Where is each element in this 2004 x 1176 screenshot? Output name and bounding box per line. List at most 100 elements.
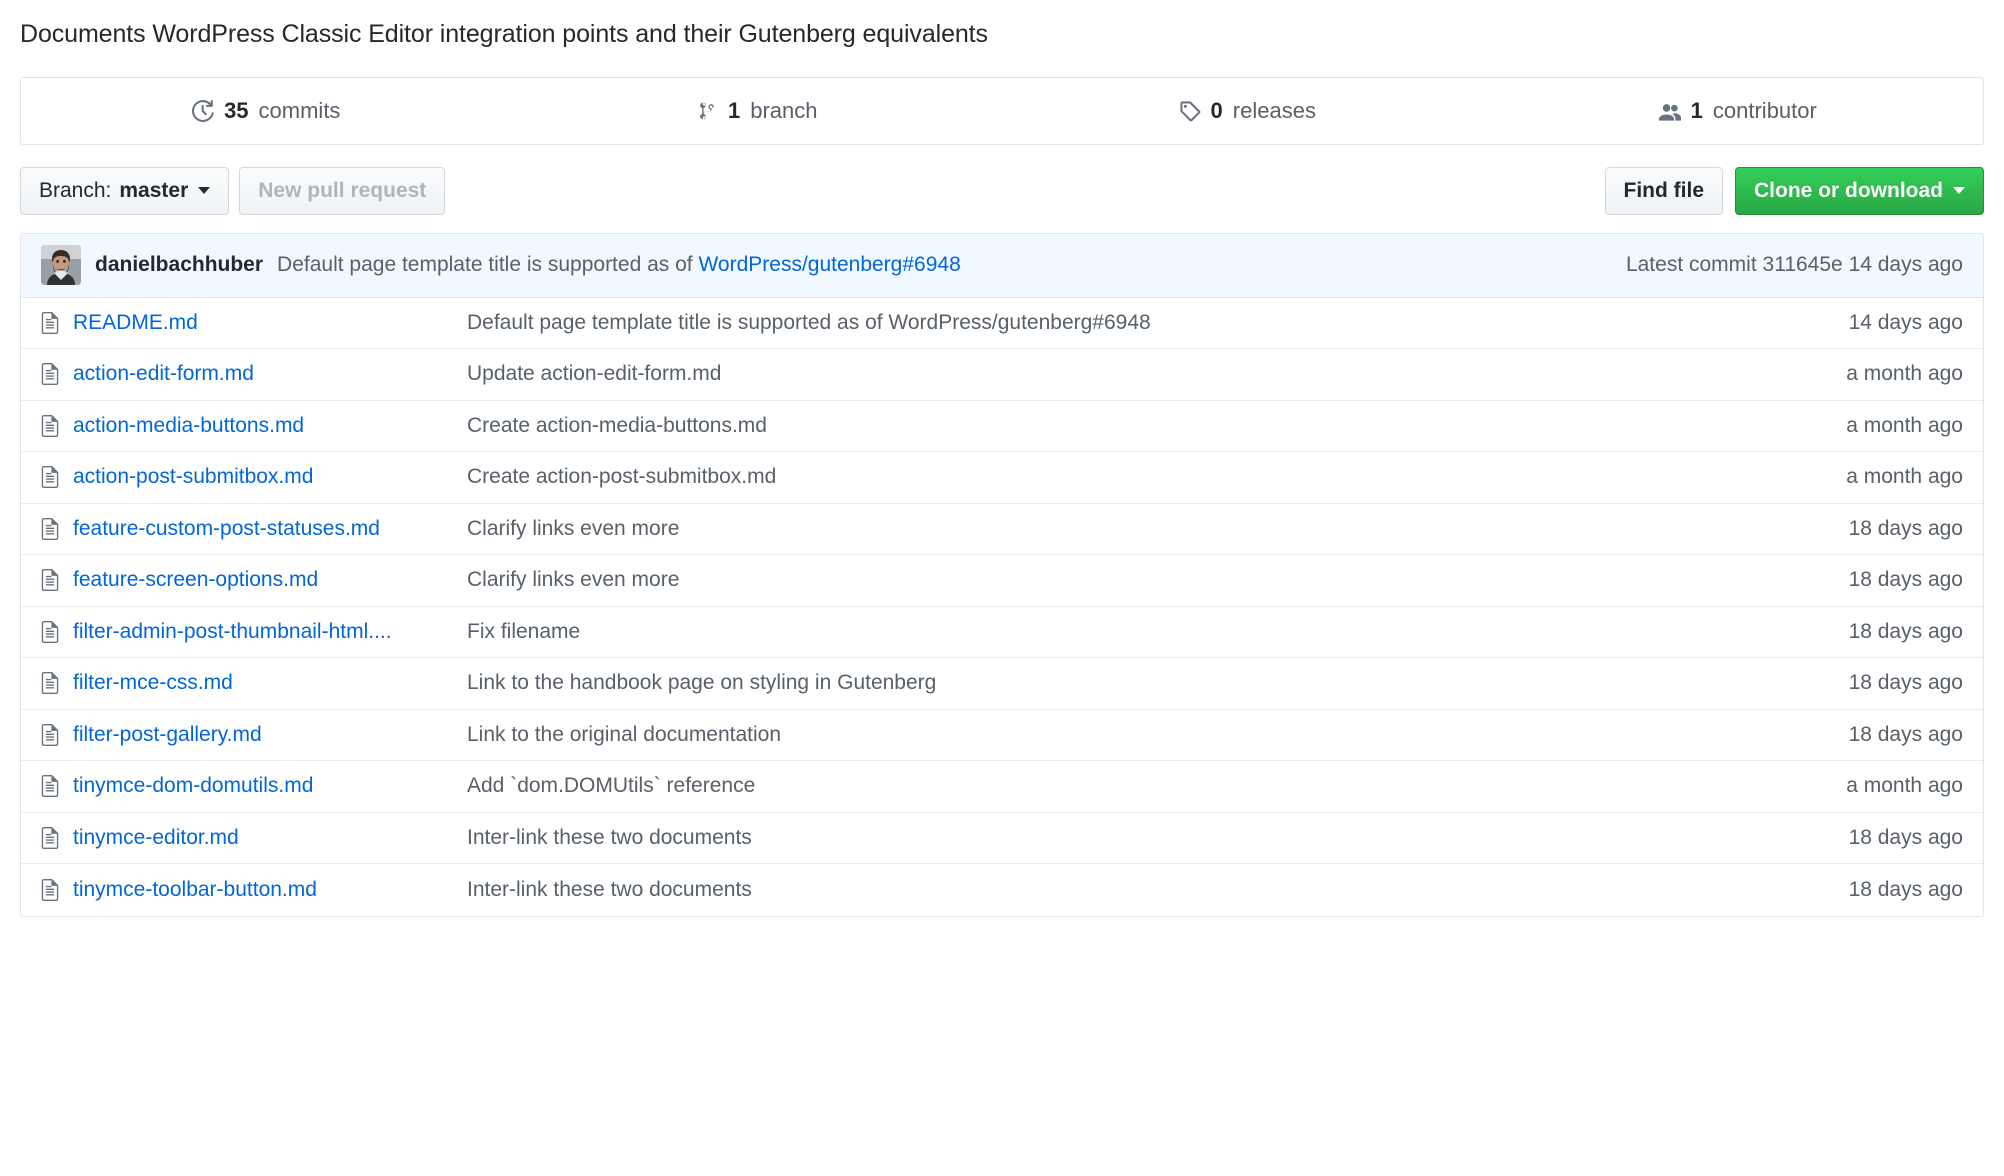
toolbar-right-group: Find file Clone or download <box>1604 166 1984 215</box>
file-name-cell: filter-post-gallery.md <box>41 723 467 747</box>
git-branch-icon <box>696 100 718 122</box>
file-icon <box>41 672 59 695</box>
file-commit-message[interactable]: Fix filename <box>467 620 1849 644</box>
file-commit-message[interactable]: Create action-media-buttons.md <box>467 414 1846 438</box>
file-name-link[interactable]: filter-mce-css.md <box>73 671 233 695</box>
file-name-cell: feature-screen-options.md <box>41 568 467 592</box>
file-updated-age: a month ago <box>1846 465 1963 489</box>
history-icon <box>192 99 214 122</box>
stat-commits[interactable]: 35 commits <box>21 78 512 144</box>
chevron-down-icon <box>1953 187 1965 194</box>
file-name-cell: action-media-buttons.md <box>41 414 467 438</box>
table-row[interactable]: action-media-buttons.md Create action-me… <box>21 401 1983 452</box>
latest-commit-label: Latest commit <box>1625 253 1757 276</box>
table-row[interactable]: filter-admin-post-thumbnail-html.... Fix… <box>21 607 1983 658</box>
file-name-link[interactable]: tinymce-toolbar-button.md <box>73 878 317 902</box>
file-commit-message[interactable]: Create action-post-submitbox.md <box>467 465 1846 489</box>
table-row[interactable]: tinymce-toolbar-button.md Inter-link the… <box>21 864 1983 916</box>
file-commit-message[interactable]: Inter-link these two documents <box>467 878 1849 902</box>
latest-commit-meta: Latest commit 311645e 14 days ago <box>1602 253 1963 277</box>
file-name-link[interactable]: feature-custom-post-statuses.md <box>73 517 380 541</box>
repo-description: Documents WordPress Classic Editor integ… <box>20 20 988 48</box>
file-commit-message[interactable]: Link to the handbook page on styling in … <box>467 671 1849 695</box>
file-name-cell: action-edit-form.md <box>41 362 467 386</box>
file-updated-age: a month ago <box>1846 362 1963 386</box>
table-row[interactable]: feature-custom-post-statuses.md Clarify … <box>21 504 1983 555</box>
file-icon <box>41 466 59 489</box>
table-row[interactable]: tinymce-editor.md Inter-link these two d… <box>21 813 1983 864</box>
commit-message-link[interactable]: WordPress/gutenberg#6948 <box>698 253 960 276</box>
toolbar-left-group: Branch: master New pull request <box>20 166 446 215</box>
file-icon <box>41 363 59 386</box>
branch-select-button[interactable]: Branch: master <box>20 166 230 215</box>
file-name-link[interactable]: action-edit-form.md <box>73 362 254 386</box>
latest-commit-bar: danielbachhuber Default page template ti… <box>21 233 1983 298</box>
commit-message-text: Default page template title is supported… <box>277 253 693 276</box>
stat-contributors-label: contributor <box>1712 97 1817 123</box>
file-icon <box>41 569 59 592</box>
stat-releases-count: 0 <box>1210 97 1223 123</box>
file-updated-age: a month ago <box>1846 774 1963 798</box>
table-row[interactable]: filter-post-gallery.md Link to the origi… <box>21 710 1983 761</box>
table-row[interactable]: action-edit-form.md Update action-edit-f… <box>21 349 1983 401</box>
stat-contributors[interactable]: 1 contributor <box>1493 78 1984 144</box>
file-name-link[interactable]: action-post-submitbox.md <box>73 465 313 489</box>
file-icon <box>41 311 59 334</box>
stat-commits-label: commits <box>258 97 341 123</box>
file-name-link[interactable]: README.md <box>73 311 198 335</box>
file-name-link[interactable]: filter-post-gallery.md <box>73 723 262 747</box>
table-row[interactable]: tinymce-dom-domutils.md Add `dom.DOMUtil… <box>21 761 1983 813</box>
commit-message: Default page template title is supported… <box>277 253 961 277</box>
file-commit-message[interactable]: Clarify links even more <box>467 568 1849 592</box>
file-commit-message[interactable]: Inter-link these two documents <box>467 826 1849 850</box>
commit-sha[interactable]: 311645e <box>1763 253 1843 276</box>
table-row[interactable]: filter-mce-css.md Link to the handbook p… <box>21 658 1983 710</box>
file-updated-age: 18 days ago <box>1848 671 1963 695</box>
file-updated-age: 14 days ago <box>1848 310 1963 334</box>
chevron-down-icon <box>198 187 211 194</box>
file-name-cell: filter-admin-post-thumbnail-html.... <box>41 620 467 644</box>
file-icon <box>41 723 59 746</box>
file-name-cell: tinymce-editor.md <box>41 826 467 850</box>
file-name-cell: filter-mce-css.md <box>41 671 467 695</box>
repository-page: Documents WordPress Classic Editor integ… <box>0 0 2004 1176</box>
table-row[interactable]: README.md Default page template title is… <box>21 298 1983 349</box>
file-rows-container: README.md Default page template title is… <box>21 298 1983 916</box>
file-name-link[interactable]: filter-admin-post-thumbnail-html.... <box>73 620 392 644</box>
repo-toolbar: Branch: master New pull request Find fil… <box>20 145 1984 233</box>
file-commit-message[interactable]: Clarify links even more <box>467 517 1849 541</box>
repo-stats-bar: 35 commits 1 branch 0 releases 1 contrib… <box>20 76 1984 145</box>
find-file-button[interactable]: Find file <box>1604 166 1723 215</box>
avatar[interactable] <box>41 245 81 285</box>
clone-or-download-button[interactable]: Clone or download <box>1735 166 1984 215</box>
commit-author-link[interactable]: danielbachhuber <box>95 253 263 277</box>
branch-name-label: master <box>119 178 189 202</box>
table-row[interactable]: feature-screen-options.md Clarify links … <box>21 555 1983 607</box>
latest-commit-age: 14 days ago <box>1848 253 1963 276</box>
file-commit-message[interactable]: Add `dom.DOMUtils` reference <box>467 774 1846 798</box>
file-commit-message[interactable]: Default page template title is supported… <box>467 311 1849 335</box>
file-icon <box>41 878 59 901</box>
file-updated-age: 18 days ago <box>1848 825 1963 849</box>
file-name-cell: README.md <box>41 311 467 335</box>
file-updated-age: 18 days ago <box>1848 877 1963 901</box>
file-name-link[interactable]: tinymce-dom-domutils.md <box>73 774 313 798</box>
stat-branches[interactable]: 1 branch <box>512 78 1003 144</box>
tag-icon <box>1179 100 1201 122</box>
file-name-link[interactable]: action-media-buttons.md <box>73 414 304 438</box>
stat-releases[interactable]: 0 releases <box>1002 78 1493 144</box>
file-icon <box>41 620 59 643</box>
file-listing-table: danielbachhuber Default page template ti… <box>20 232 1984 917</box>
table-row[interactable]: action-post-submitbox.md Create action-p… <box>21 452 1983 504</box>
file-commit-message[interactable]: Link to the original documentation <box>467 723 1849 747</box>
file-commit-message[interactable]: Update action-edit-form.md <box>467 362 1846 386</box>
file-name-link[interactable]: tinymce-editor.md <box>73 826 239 850</box>
file-updated-age: a month ago <box>1846 413 1963 437</box>
file-icon <box>41 517 59 540</box>
file-updated-age: 18 days ago <box>1848 516 1963 540</box>
people-icon <box>1658 100 1681 122</box>
new-pull-request-button[interactable]: New pull request <box>239 166 446 215</box>
file-icon <box>41 414 59 437</box>
file-updated-age: 18 days ago <box>1848 619 1963 643</box>
file-name-link[interactable]: feature-screen-options.md <box>73 568 318 592</box>
